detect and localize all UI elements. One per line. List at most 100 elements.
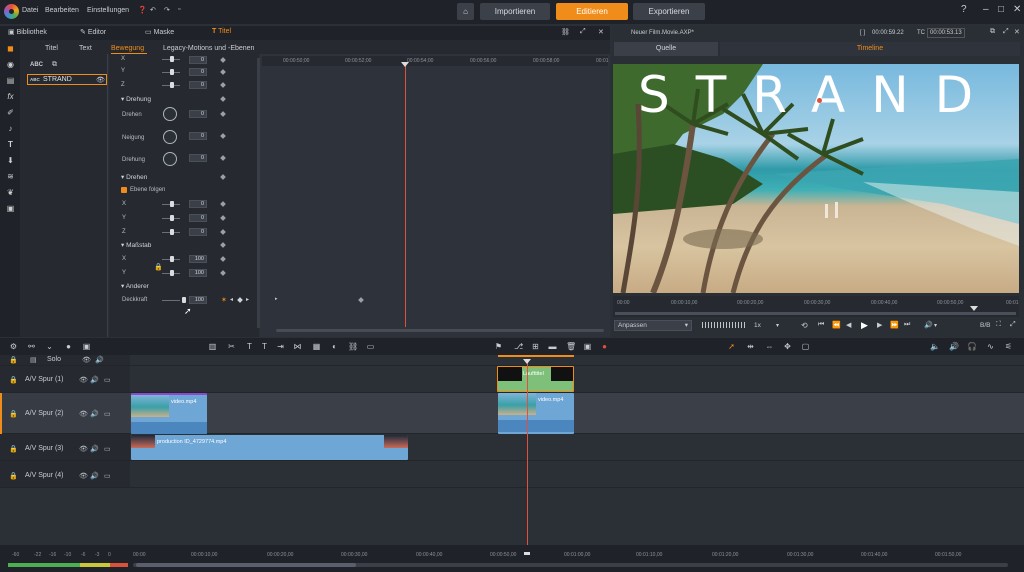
tab-editor[interactable]: ✎ Editor — [80, 28, 106, 36]
settings-icon[interactable]: ⚙ — [9, 342, 18, 351]
link-icon[interactable]: ⛓ — [348, 342, 358, 351]
section-rotation[interactable]: ▾ Drehung — [121, 95, 151, 103]
monitor-icon[interactable]: ▭ — [104, 376, 111, 384]
snapshot-icon[interactable]: ▣ — [583, 342, 592, 351]
delete-icon[interactable]: 🗑 — [566, 342, 576, 351]
minimize-icon[interactable]: – — [983, 4, 989, 15]
next-frame-icon[interactable]: ⏩ — [890, 321, 899, 329]
record-icon[interactable]: ● — [64, 342, 73, 351]
slider-opacity[interactable] — [182, 297, 186, 303]
volume-icon[interactable]: 🔊 — [924, 321, 933, 329]
preview-scrub-bar[interactable] — [615, 312, 1016, 315]
tab-title[interactable]: T Titel — [212, 28, 231, 35]
slider-y-top[interactable] — [170, 69, 174, 75]
tab-library[interactable]: ▣ Bibliothek — [8, 28, 47, 36]
monitor-icon[interactable]: ▭ — [104, 472, 111, 480]
popout-icon[interactable]: ⧉ — [990, 28, 995, 36]
menu-edit[interactable]: Bearbeiten — [45, 7, 79, 14]
headphones-icon[interactable]: 🎧 — [967, 342, 977, 351]
track-name[interactable]: A/V Spur (2) — [25, 410, 64, 417]
menu-settings[interactable]: Einstellungen — [87, 7, 129, 14]
trim-icon[interactable]: ⇥ — [276, 342, 285, 351]
value-rotate[interactable]: 0 — [189, 110, 207, 118]
ripple-icon[interactable]: ▬ — [548, 342, 557, 351]
fit-timeline-icon[interactable]: ▢ — [801, 342, 810, 351]
menu-file[interactable]: Datei — [22, 7, 38, 14]
marker-icon[interactable]: ⚑ — [494, 342, 503, 351]
anchor-point[interactable] — [817, 98, 822, 103]
caption-icon[interactable]: ▣ — [6, 204, 15, 213]
fx-icon[interactable]: fx — [6, 92, 15, 101]
help-icon[interactable]: ❓ — [138, 6, 147, 14]
motion-icon[interactable]: ❦ — [6, 188, 15, 197]
visibility-icon[interactable]: 👁 — [79, 410, 88, 418]
lock-icon[interactable]: 🔒 — [9, 472, 18, 480]
value-y[interactable]: 0 — [189, 214, 207, 222]
add-track-icon[interactable]: ⚯ — [27, 342, 36, 351]
keyframe-add-icon[interactable]: ✶ — [221, 296, 227, 304]
value-x-top[interactable]: 0 — [189, 56, 207, 64]
step-forward-icon[interactable]: ▶ — [877, 321, 882, 329]
next-keyframe-icon[interactable]: ▸ — [246, 296, 249, 303]
production-clip[interactable]: production ID_4729774.mp4 — [131, 435, 408, 460]
text-tool-icon[interactable]: T — [260, 342, 269, 351]
timecode[interactable]: 00:00:53.13 — [927, 28, 965, 38]
storyboard-icon[interactable]: ▣ — [82, 342, 91, 351]
globe-icon[interactable]: ◉ — [6, 60, 15, 69]
slider-x-top[interactable] — [170, 56, 174, 62]
color-icon[interactable]: ◐ — [330, 342, 339, 351]
kf-scrollbar[interactable] — [276, 329, 604, 332]
pan-icon[interactable]: ✥ — [783, 342, 792, 351]
transition-icon[interactable]: ⋈ — [293, 342, 302, 351]
fullscreen-icon[interactable]: ⤢ — [1010, 321, 1016, 329]
visibility-icon[interactable]: 👁 — [79, 472, 88, 480]
text-icon[interactable]: T — [6, 140, 15, 149]
value-y-top[interactable]: 0 — [189, 68, 207, 76]
loop-icon[interactable]: ⟲ — [801, 321, 808, 330]
slider-z-top[interactable] — [170, 82, 174, 88]
volume-icon[interactable]: 🔊 — [90, 410, 99, 418]
film-icon[interactable]: ▤ — [6, 76, 15, 85]
slip-icon[interactable]: ⇔ — [765, 342, 774, 351]
section-spin[interactable]: ▾ Drehen — [121, 173, 147, 181]
quality-toggle[interactable]: B/B — [980, 322, 990, 329]
link-icon[interactable]: ⛓ — [561, 28, 570, 36]
monitor-icon[interactable]: ▭ — [366, 342, 375, 351]
subtab-text[interactable]: Text — [79, 45, 92, 52]
speed-select[interactable]: 1x — [754, 322, 761, 329]
video-clip-1[interactable]: video.mp4 — [131, 393, 207, 434]
title-clip[interactable]: Laufttitel — [497, 366, 574, 392]
storyboard-icon[interactable]: ▤ — [30, 356, 37, 364]
visibility-icon[interactable]: 👁 — [82, 356, 91, 364]
kf-playhead[interactable] — [405, 64, 406, 327]
slider-z[interactable] — [170, 229, 174, 235]
preview-playhead[interactable] — [970, 306, 978, 311]
tab-timeline[interactable]: Timeline — [720, 42, 1020, 56]
value-scale-x[interactable]: 100 — [189, 255, 207, 263]
media-icon[interactable]: ◼ — [6, 44, 15, 53]
slider-x[interactable] — [170, 201, 174, 207]
chevron-down-icon[interactable]: ▾ — [934, 322, 937, 329]
visibility-icon[interactable]: 👁 — [79, 445, 88, 453]
volume-icon[interactable]: 🔊 — [949, 342, 959, 351]
paint-icon[interactable]: ⬇ — [6, 156, 15, 165]
pointer-icon[interactable]: ➚ — [727, 342, 736, 351]
step-back-icon[interactable]: ◀ — [846, 321, 851, 329]
close-panel-icon[interactable]: ✕ — [598, 28, 604, 36]
timeline-playhead-handle[interactable] — [523, 359, 531, 364]
tilt-dial[interactable] — [163, 130, 177, 144]
follow-layer-checkbox[interactable] — [121, 187, 127, 193]
lock-icon[interactable]: 🔒 — [9, 376, 18, 384]
chevron-down-icon[interactable]: ▾ — [776, 322, 779, 329]
subtab-motion[interactable]: Bewegung — [111, 45, 144, 52]
title-tool-icon[interactable]: T — [245, 342, 254, 351]
undo-icon[interactable]: ↶ — [150, 6, 156, 14]
jog-wheel[interactable] — [702, 322, 746, 328]
skip-start-icon[interactable]: ⏮ — [818, 321, 824, 329]
ruler-playhead[interactable] — [524, 552, 530, 555]
tab-source[interactable]: Quelle — [614, 42, 718, 56]
monitor-icon[interactable]: ▭ — [104, 445, 111, 453]
solo-label[interactable]: Solo — [47, 356, 61, 363]
kf-playhead-handle[interactable] — [401, 62, 409, 67]
rotate-dial[interactable] — [163, 107, 177, 121]
